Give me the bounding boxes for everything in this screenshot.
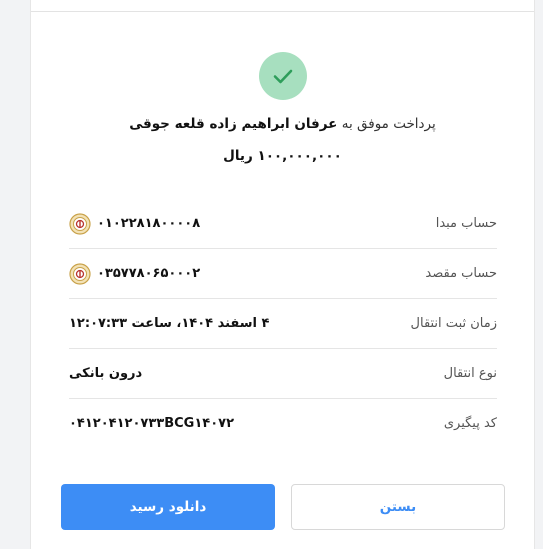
bank-logo-icon bbox=[69, 212, 91, 235]
row-destination-account: حساب مقصد ۰۳۵۷۷۸۰۶۵۰۰۰۲ bbox=[69, 249, 497, 299]
bank-logo-icon bbox=[69, 262, 91, 285]
row-label: نوع انتقال bbox=[443, 366, 497, 381]
receipt-title: پرداخت موفق به عرفان ابراهیم زاده قلعه ج… bbox=[31, 116, 534, 132]
transfer-time: ۴ اسفند ۱۴۰۴، ساعت ۱۲:۰۷:۳۳ bbox=[69, 316, 270, 331]
success-check-icon bbox=[259, 52, 307, 100]
row-transfer-time: زمان ثبت انتقال ۴ اسفند ۱۴۰۴، ساعت ۱۲:۰۷… bbox=[69, 299, 497, 349]
download-receipt-button[interactable]: دانلود رسید bbox=[61, 484, 275, 530]
row-transfer-type: نوع انتقال درون بانکی bbox=[69, 349, 497, 399]
divider bbox=[31, 11, 534, 12]
row-source-account: حساب مبدا ۰۱۰۲۲۸۱۸۰۰۰۰۸ bbox=[69, 199, 497, 249]
row-tracking-code: کد پیگیری ۰۴۱۲۰۴۱۲۰۷۳۳BCG۱۴۰۷۲ bbox=[69, 399, 497, 448]
transfer-type: درون بانکی bbox=[69, 366, 143, 381]
row-label: حساب مقصد bbox=[425, 266, 497, 281]
title-prefix: پرداخت موفق به bbox=[341, 116, 436, 132]
details-list: حساب مبدا ۰۱۰۲۲۸۱۸۰۰۰۰۸ حساب مقصد ۰۳۵۷۷۸… bbox=[69, 199, 497, 448]
row-label: حساب مبدا bbox=[435, 216, 497, 231]
recipient-name: عرفان ابراهیم زاده قلعه جوقی bbox=[129, 116, 338, 132]
tracking-code: ۰۴۱۲۰۴۱۲۰۷۳۳BCG۱۴۰۷۲ bbox=[69, 416, 235, 431]
row-label: کد پیگیری bbox=[443, 416, 497, 431]
destination-account-number: ۰۳۵۷۷۸۰۶۵۰۰۰۲ bbox=[97, 266, 201, 281]
row-label: زمان ثبت انتقال bbox=[410, 316, 497, 331]
transfer-amount: ۱۰۰,۰۰۰,۰۰۰ ریال bbox=[223, 148, 342, 164]
source-account-number: ۰۱۰۲۲۸۱۸۰۰۰۰۸ bbox=[97, 216, 201, 231]
receipt-card: پرداخت موفق به عرفان ابراهیم زاده قلعه ج… bbox=[30, 0, 535, 549]
close-button[interactable]: بستن bbox=[291, 484, 505, 530]
